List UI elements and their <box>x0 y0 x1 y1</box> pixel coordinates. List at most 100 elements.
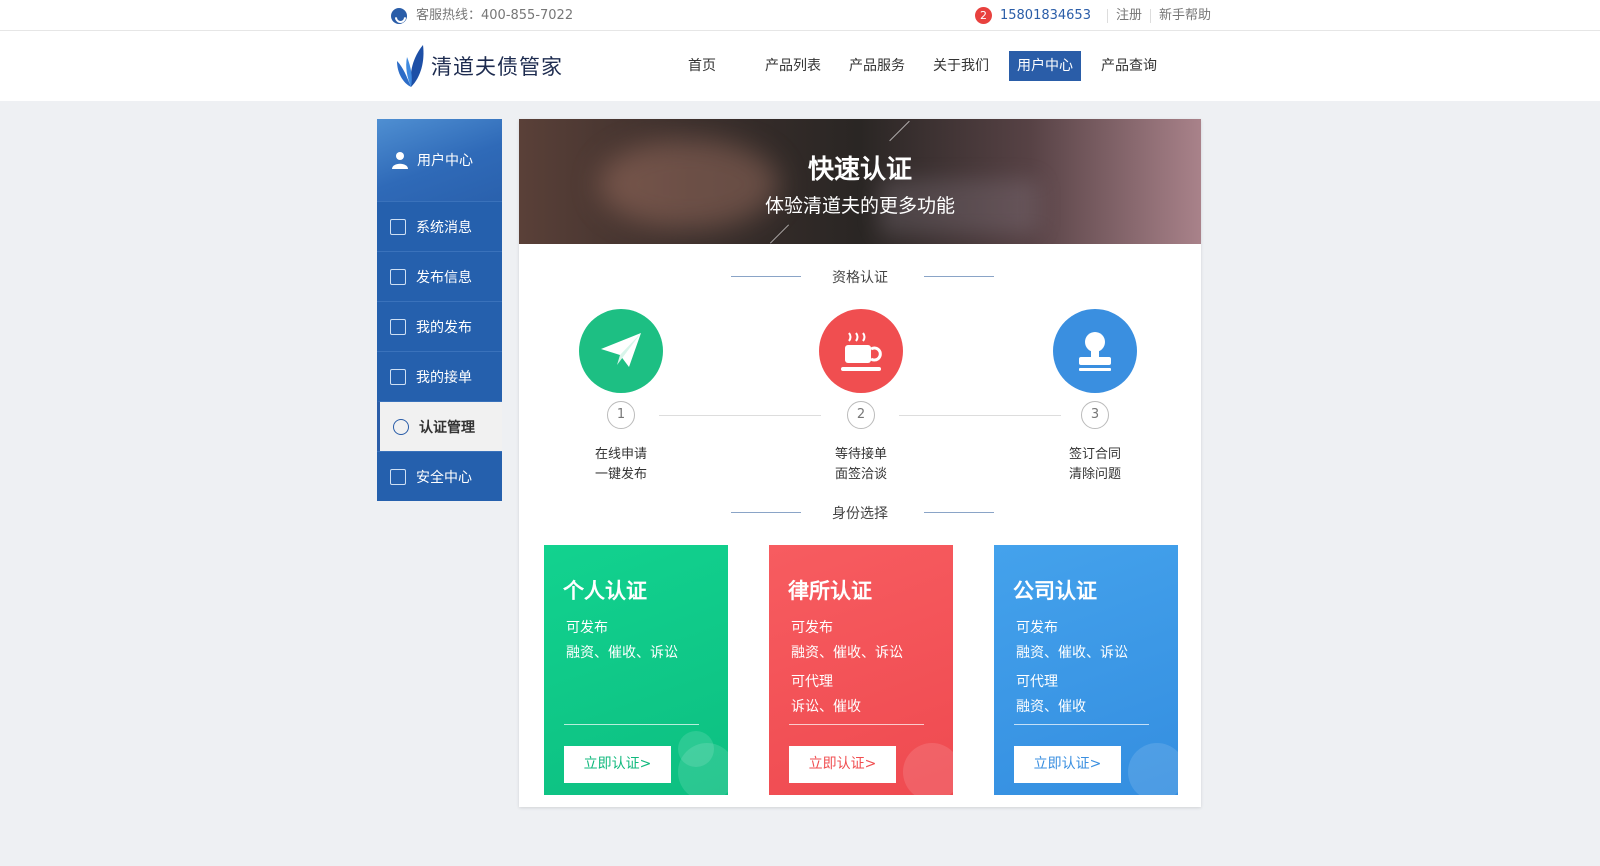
publish-icon <box>390 318 406 335</box>
banner-decoration <box>889 120 910 142</box>
step-1-text: 在线申请 一键发布 <box>561 445 681 485</box>
nav-product-service[interactable]: 产品服务 <box>841 51 913 81</box>
step-3-number: 3 <box>1081 401 1109 429</box>
sidebar-item-label: 系统消息 <box>416 219 472 236</box>
step-2-text: 等待接单 面签洽谈 <box>801 445 921 485</box>
personal-verification-card: 个人认证 可发布 融资、催收、诉讼 立即认证> <box>544 545 728 795</box>
notification-badge[interactable]: 2 <box>974 7 992 24</box>
hotline: 客服热线：400-855-7022 <box>391 0 573 31</box>
step-2-circle <box>819 309 903 393</box>
step-1-number: 1 <box>607 401 635 429</box>
phone-icon <box>391 7 407 24</box>
mail-icon <box>390 218 406 235</box>
stamp-icon <box>1079 332 1111 371</box>
main-nav: 首页 产品列表 产品服务 关于我们 用户中心 产品查询 <box>680 51 1177 81</box>
sidebar-item-messages[interactable]: 系统消息 <box>377 201 502 251</box>
card-line: 可代理 <box>1016 674 1058 690</box>
card-title: 公司认证 <box>1013 579 1097 603</box>
card-line: 可发布 <box>566 620 608 636</box>
banner-title: 快速认证 <box>807 155 912 185</box>
card-divider <box>564 724 699 725</box>
help-link[interactable]: 新手帮助 <box>1159 0 1211 31</box>
logo-text: 清道夫债管家 <box>431 55 563 79</box>
shield-icon <box>390 468 406 485</box>
step-2-line-1: 等待接单 <box>834 447 887 462</box>
hotline-text: 客服热线：400-855-7022 <box>416 8 574 23</box>
card-decoration <box>1128 743 1178 795</box>
banner-decoration <box>769 224 790 244</box>
card-line: 诉讼、催收 <box>791 699 861 715</box>
sidebar-item-label: 我的发布 <box>416 319 472 336</box>
divider <box>1149 8 1151 23</box>
verified-icon <box>393 418 409 435</box>
banner-subtitle: 体验清道夫的更多功能 <box>764 195 955 217</box>
lawfirm-verify-button[interactable]: 立即认证> <box>789 746 896 783</box>
card-decoration <box>678 731 714 767</box>
divider <box>731 276 801 277</box>
main-panel: 快速认证 体验清道夫的更多功能 资格认证 1 在线申请 一键发布 2 等待接单 … <box>519 119 1201 807</box>
coffee-cup-icon <box>841 332 882 371</box>
paper-plane-icon <box>601 333 641 367</box>
sidebar-item-verification[interactable]: 认证管理 <box>377 401 502 451</box>
nav-product-list[interactable]: 产品列表 <box>757 51 829 81</box>
step-2-number: 2 <box>847 401 875 429</box>
user-phone-link[interactable]: 15801834653 <box>1000 0 1091 31</box>
divider <box>924 512 994 513</box>
step-3-line-1: 签订合同 <box>1068 447 1121 462</box>
personal-verify-button[interactable]: 立即认证> <box>564 746 671 783</box>
company-verification-card: 公司认证 可发布 融资、催收、诉讼 可代理 融资、催收 立即认证> <box>994 545 1178 795</box>
nav-user-center[interactable]: 用户中心 <box>1009 51 1081 81</box>
card-title: 个人认证 <box>563 579 647 603</box>
sidebar-item-label: 发布信息 <box>416 269 472 286</box>
card-line: 融资、催收 <box>1016 699 1086 715</box>
sidebar-item-label: 我的接单 <box>416 369 472 386</box>
card-divider <box>1014 724 1149 725</box>
card-line: 融资、催收、诉讼 <box>566 645 678 661</box>
sidebar-item-security[interactable]: 安全中心 <box>377 451 502 501</box>
card-title: 律所认证 <box>788 579 872 603</box>
card-line: 融资、催收、诉讼 <box>791 645 903 661</box>
register-link[interactable]: 注册 <box>1116 0 1142 31</box>
card-line: 可代理 <box>791 674 833 690</box>
sidebar-item-publish-info[interactable]: 发布信息 <box>377 251 502 301</box>
user-icon <box>392 152 408 169</box>
sidebar-item-label: 安全中心 <box>416 469 472 486</box>
card-line: 可发布 <box>791 620 833 636</box>
step-3-text: 签订合同 清除问题 <box>1035 445 1155 485</box>
step-1-line-2: 一键发布 <box>594 467 647 482</box>
identity-heading: 身份选择 <box>519 503 1201 523</box>
nav-product-query[interactable]: 产品查询 <box>1093 51 1165 81</box>
qualification-heading: 资格认证 <box>519 267 1201 287</box>
edit-icon <box>390 268 406 285</box>
step-2-line-2: 面签洽谈 <box>834 467 887 482</box>
top-bar: 客服热线：400-855-7022 2 15801834653 注册 新手帮助 <box>0 0 1600 31</box>
banner: 快速认证 体验清道夫的更多功能 <box>519 119 1201 244</box>
step-connector <box>899 415 1061 416</box>
divider <box>1106 8 1108 23</box>
list-icon <box>390 368 406 385</box>
step-3-circle <box>1053 309 1137 393</box>
section-title: 身份选择 <box>832 506 888 522</box>
logo[interactable]: 清道夫债管家 <box>393 43 563 89</box>
nav-about[interactable]: 关于我们 <box>925 51 997 81</box>
divider <box>731 512 801 513</box>
divider <box>924 276 994 277</box>
logo-leaf-icon <box>397 45 424 87</box>
step-1-line-1: 在线申请 <box>594 447 647 462</box>
lawfirm-verification-card: 律所认证 可发布 融资、催收、诉讼 可代理 诉讼、催收 立即认证> <box>769 545 953 795</box>
sidebar-header[interactable]: 用户中心 <box>377 119 502 201</box>
card-divider <box>789 724 924 725</box>
nav-home[interactable]: 首页 <box>680 51 724 81</box>
section-title: 资格认证 <box>832 270 888 286</box>
sidebar-item-my-orders[interactable]: 我的接单 <box>377 351 502 401</box>
top-right-links: 2 15801834653 注册 新手帮助 <box>974 0 1211 31</box>
card-line: 可发布 <box>1016 620 1058 636</box>
sidebar-item-label: 认证管理 <box>419 419 475 436</box>
company-verify-button[interactable]: 立即认证> <box>1014 746 1121 783</box>
sidebar-item-my-posts[interactable]: 我的发布 <box>377 301 502 351</box>
sidebar: 用户中心 系统消息 发布信息 我的发布 我的接单 认证管理 安全中心 <box>377 119 502 501</box>
card-line: 融资、催收、诉讼 <box>1016 645 1128 661</box>
step-connector <box>659 415 821 416</box>
sidebar-title: 用户中心 <box>417 153 473 169</box>
step-3-line-2: 清除问题 <box>1068 467 1121 482</box>
